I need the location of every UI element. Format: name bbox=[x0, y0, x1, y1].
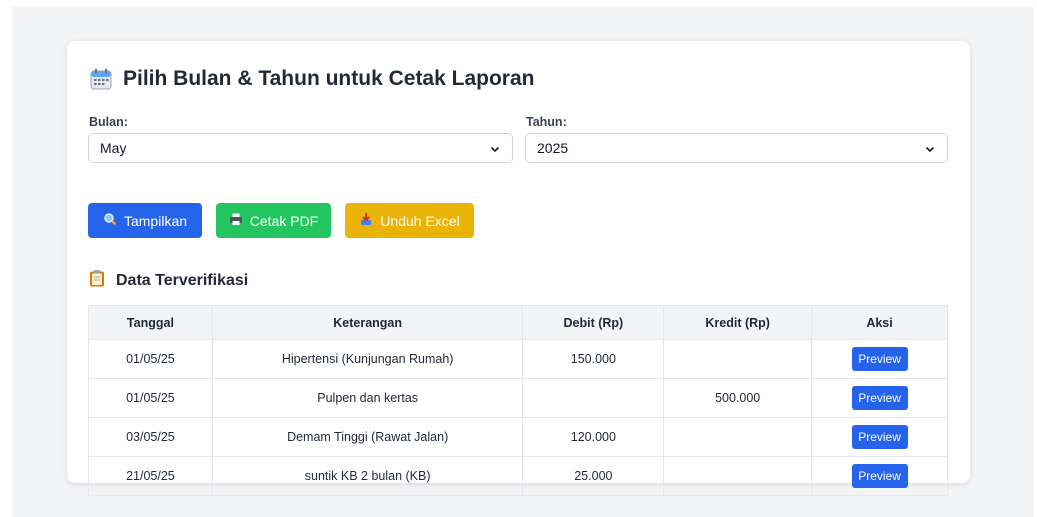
title-row: Pilih Bulan & Tahun untuk Cetak Laporan bbox=[89, 67, 534, 91]
year-label: Tahun: bbox=[526, 115, 567, 129]
preview-button[interactable]: Preview bbox=[851, 425, 908, 449]
show-button-label: Tampilkan bbox=[123, 212, 188, 229]
cell-date: 01/05/25 bbox=[88, 378, 213, 418]
month-select-value: May bbox=[100, 140, 127, 156]
cell-description: suntik KB 2 bulan (KB) bbox=[211, 456, 524, 496]
cell-debit bbox=[522, 378, 665, 418]
month-label: Bulan: bbox=[89, 115, 128, 129]
cell-credit: 500.000 bbox=[663, 378, 813, 418]
preview-button[interactable]: Preview bbox=[851, 464, 908, 488]
cell-action: Preview bbox=[811, 378, 948, 418]
download-excel-label: Unduh Excel bbox=[380, 212, 460, 229]
cell-credit bbox=[663, 417, 813, 457]
download-icon bbox=[359, 212, 373, 229]
cell-date: 01/05/25 bbox=[88, 339, 213, 379]
cell-action: Preview bbox=[811, 339, 948, 379]
chevron-down-icon bbox=[924, 142, 936, 154]
report-card: Pilih Bulan & Tahun untuk Cetak Laporan … bbox=[67, 41, 970, 496]
column-header-debit: Debit (Rp) bbox=[522, 305, 665, 340]
cell-action: Preview bbox=[811, 456, 948, 496]
column-header-description: Keterangan bbox=[211, 305, 524, 340]
cell-description: Demam Tinggi (Rawat Jalan) bbox=[211, 417, 524, 457]
printer-icon bbox=[229, 212, 243, 229]
show-button[interactable]: Tampilkan bbox=[88, 203, 202, 238]
year-select[interactable]: 2025 bbox=[525, 133, 948, 163]
cell-debit: 120.000 bbox=[522, 417, 665, 457]
preview-button[interactable]: Preview bbox=[851, 347, 908, 371]
clipboard-icon bbox=[89, 269, 105, 292]
column-header-date: Tanggal bbox=[88, 305, 213, 340]
download-excel-button[interactable]: Unduh Excel bbox=[345, 203, 474, 238]
cell-description: Hipertensi (Kunjungan Rumah) bbox=[211, 339, 524, 379]
section-header: Data Terverifikasi bbox=[89, 269, 248, 292]
preview-button[interactable]: Preview bbox=[851, 386, 908, 410]
cell-credit bbox=[663, 456, 813, 496]
table-row: 01/05/25 Hipertensi (Kunjungan Rumah) 15… bbox=[88, 339, 948, 379]
cell-debit: 150.000 bbox=[522, 339, 665, 379]
column-header-credit: Kredit (Rp) bbox=[663, 305, 813, 340]
column-header-action: Aksi bbox=[811, 305, 948, 340]
cell-debit: 25.000 bbox=[522, 456, 665, 496]
month-select[interactable]: May bbox=[88, 133, 513, 163]
cell-action: Preview bbox=[811, 417, 948, 457]
year-select-value: 2025 bbox=[537, 140, 569, 156]
table-row: 01/05/25 Pulpen dan kertas 500.000 Previ… bbox=[88, 378, 948, 418]
section-title: Data Terverifikasi bbox=[116, 271, 249, 289]
page-background: Pilih Bulan & Tahun untuk Cetak Laporan … bbox=[12, 7, 1034, 517]
table-row: 21/05/25 suntik KB 2 bulan (KB) 25.000 P… bbox=[88, 456, 948, 496]
page-title: Pilih Bulan & Tahun untuk Cetak Laporan bbox=[123, 67, 535, 90]
table-header-row: Tanggal Keterangan Debit (Rp) Kredit (Rp… bbox=[88, 305, 948, 340]
print-pdf-label: Cetak PDF bbox=[249, 212, 319, 229]
cell-description: Pulpen dan kertas bbox=[211, 378, 524, 418]
cell-date: 03/05/25 bbox=[88, 417, 213, 457]
chevron-down-icon bbox=[489, 142, 501, 154]
search-icon bbox=[103, 212, 117, 229]
calendar-icon bbox=[89, 67, 113, 91]
cell-date: 21/05/25 bbox=[88, 456, 213, 496]
print-pdf-button[interactable]: Cetak PDF bbox=[216, 203, 331, 238]
cell-credit bbox=[663, 339, 813, 379]
table-row: 03/05/25 Demam Tinggi (Rawat Jalan) 120.… bbox=[88, 417, 948, 457]
verified-data-table: Tanggal Keterangan Debit (Rp) Kredit (Rp… bbox=[88, 305, 948, 496]
